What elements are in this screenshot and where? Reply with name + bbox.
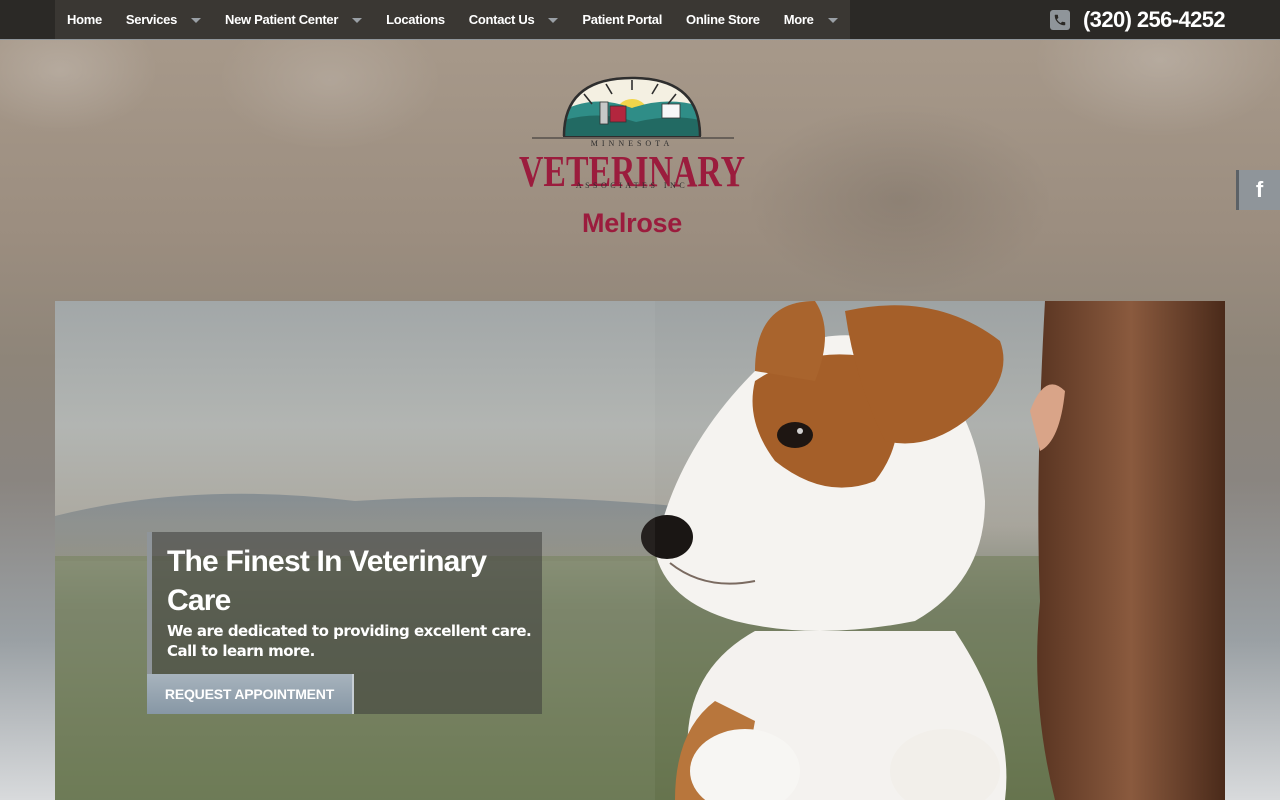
nav-contact-us[interactable]: Contact Us [457,0,571,39]
location-name: Melrose [582,208,682,238]
nav-locations-label: Locations [386,12,445,27]
top-nav-bar: Home Services New Patient Center Locatio… [0,0,1280,40]
nav-services-label: Services [125,12,178,27]
nav-more[interactable]: More [772,0,850,39]
hero-title: The Finest In Veterinary Care [167,545,487,617]
facebook-glyph: f [1255,177,1264,202]
chevron-down-icon [352,17,363,23]
logo-graphic: MINNESOTA VETERINARY ASSOCIATES INC [519,76,745,196]
phone-number: (320) 256-4252 [1082,6,1226,32]
nav-home-label: Home [67,12,102,27]
nav-new-patient-center-label: New Patient Center [225,12,339,27]
phone-icon-glyph [1054,14,1066,25]
main-nav: Home Services New Patient Center Locatio… [55,0,850,39]
nav-home[interactable]: Home [55,0,114,39]
hero-text: We are dedicated to providing excellent … [167,622,532,660]
nav-patient-portal-label: Patient Portal [582,12,663,27]
chevron-down-icon [827,17,838,23]
nav-online-store-label: Online Store [686,12,760,27]
nav-locations[interactable]: Locations [374,0,457,39]
logo-bottom-text: ASSOCIATES INC [576,181,688,190]
nav-services[interactable]: Services [114,0,213,39]
phone-icon [1049,9,1070,30]
nav-online-store[interactable]: Online Store [674,0,772,39]
hero-callout: The Finest In Veterinary Care We are ded… [147,532,542,714]
nav-patient-portal[interactable]: Patient Portal [570,0,674,39]
hero-banner: The Finest In Veterinary Care We are ded… [55,301,1225,800]
facebook-icon[interactable]: f [1236,170,1280,210]
nav-contact-us-label: Contact Us [468,12,535,27]
chevron-down-icon [548,17,559,23]
nav-new-patient-center[interactable]: New Patient Center [213,0,374,39]
chevron-down-icon [191,17,202,23]
nav-more-label: More [783,12,814,27]
phone-number-link[interactable]: (320) 256-4252 [1049,0,1226,39]
request-appointment-button[interactable]: REQUEST APPOINTMENT [147,674,354,714]
